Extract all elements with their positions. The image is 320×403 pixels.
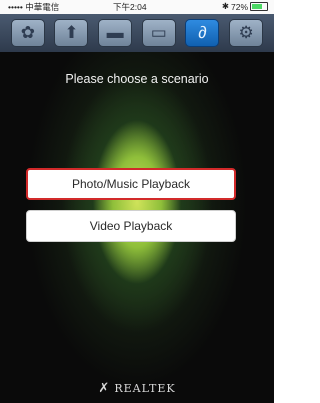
link-icon: ∂: [198, 23, 207, 42]
photo-music-playback-button[interactable]: Photo/Music Playback: [26, 168, 236, 200]
tab-link[interactable]: ∂: [185, 19, 220, 47]
remote-control-icon: ✿: [20, 23, 35, 42]
realtek-logo: ✗ REALTEK: [0, 380, 274, 396]
tab-folder[interactable]: ▭: [141, 19, 176, 47]
status-time: 下午2:04: [113, 2, 147, 12]
top-toolbar: ✿ ⬆ ▬ ▭ ∂ ⚙: [0, 14, 274, 52]
realtek-crab-icon: ✗: [98, 380, 111, 395]
folder-icon: ▭: [150, 23, 167, 42]
upload-icon: ⬆: [64, 23, 79, 42]
status-bar: ••••• 中華電信 下午2:04 ✱ 72%: [0, 0, 274, 14]
brand-name: REALTEK: [114, 381, 176, 395]
settings-icon: ⚙: [238, 23, 254, 42]
screen-icon: ▬: [106, 23, 124, 42]
phone-screen: ••••• 中華電信 下午2:04 ✱ 72% ✿ ⬆ ▬ ▭ ∂ ⚙ Plea…: [0, 0, 274, 403]
battery-percent: 72%: [230, 1, 248, 12]
tab-settings[interactable]: ⚙: [229, 19, 264, 47]
page-title: Please choose a scenario: [65, 72, 209, 86]
battery-icon: [250, 2, 268, 11]
status-right: ✱ 72%: [222, 1, 268, 12]
video-playback-button[interactable]: Video Playback: [26, 210, 236, 242]
tab-upload[interactable]: ⬆: [54, 19, 89, 47]
bluetooth-icon: ✱: [221, 1, 229, 11]
tab-screen[interactable]: ▬: [98, 19, 133, 47]
carrier-label: ••••• 中華電信: [8, 2, 60, 12]
tab-remote-control[interactable]: ✿: [10, 19, 45, 47]
